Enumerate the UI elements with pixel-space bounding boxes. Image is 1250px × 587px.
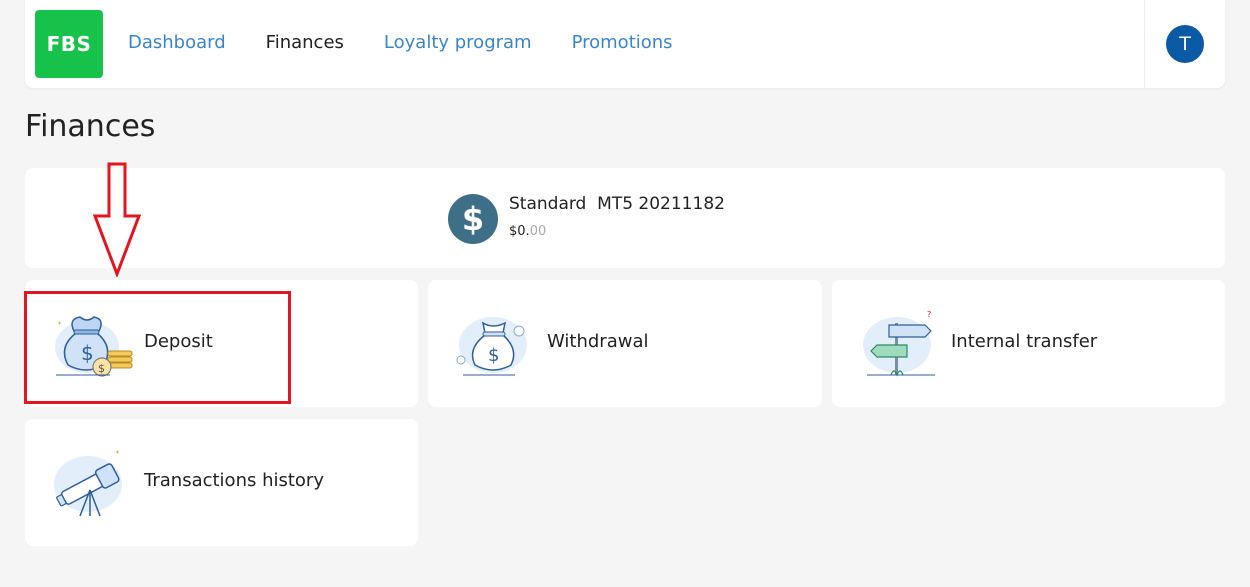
internal-transfer-tile[interactable]: ? Internal transfer	[832, 280, 1225, 407]
transactions-history-tile[interactable]: Transactions history	[25, 419, 418, 546]
main-nav: Dashboard Finances Loyalty program Promo…	[128, 31, 713, 55]
transactions-history-label: Transactions history	[144, 470, 324, 491]
account-card[interactable]: $ Standard MT5 20211182 $0.00	[25, 168, 1225, 268]
user-avatar[interactable]: T	[1166, 25, 1204, 63]
page-title: Finances	[25, 109, 156, 144]
nav-finances[interactable]: Finances	[266, 31, 344, 55]
dollar-icon: $	[448, 194, 498, 244]
nav-loyalty-program[interactable]: Loyalty program	[384, 31, 532, 55]
avatar-initial: T	[1179, 33, 1191, 55]
withdrawal-label: Withdrawal	[547, 331, 649, 352]
internal-transfer-label: Internal transfer	[951, 331, 1098, 352]
svg-text:?: ?	[927, 310, 931, 319]
nav-promotions[interactable]: Promotions	[572, 31, 673, 55]
withdrawal-tile[interactable]: $ Withdrawal	[428, 280, 822, 407]
account-name: Standard MT5 20211182	[509, 194, 725, 214]
nav-dashboard[interactable]: Dashboard	[128, 31, 226, 55]
money-bag-icon: $	[456, 317, 527, 376]
fbs-logo[interactable]: FBS	[35, 10, 103, 78]
balance-main: $0.	[509, 224, 530, 239]
svg-text:$: $	[488, 345, 499, 366]
telescope-icon	[54, 450, 122, 517]
down-arrow-icon	[93, 162, 141, 277]
account-balance: $0.00	[509, 224, 546, 240]
deposit-highlight-box	[24, 291, 291, 404]
balance-cents: 00	[529, 224, 547, 239]
top-navigation-bar: FBS Dashboard Finances Loyalty program P…	[25, 0, 1225, 88]
logo-text: FBS	[46, 32, 92, 56]
signpost-icon: ?	[863, 310, 935, 377]
nav-divider	[1144, 0, 1145, 88]
